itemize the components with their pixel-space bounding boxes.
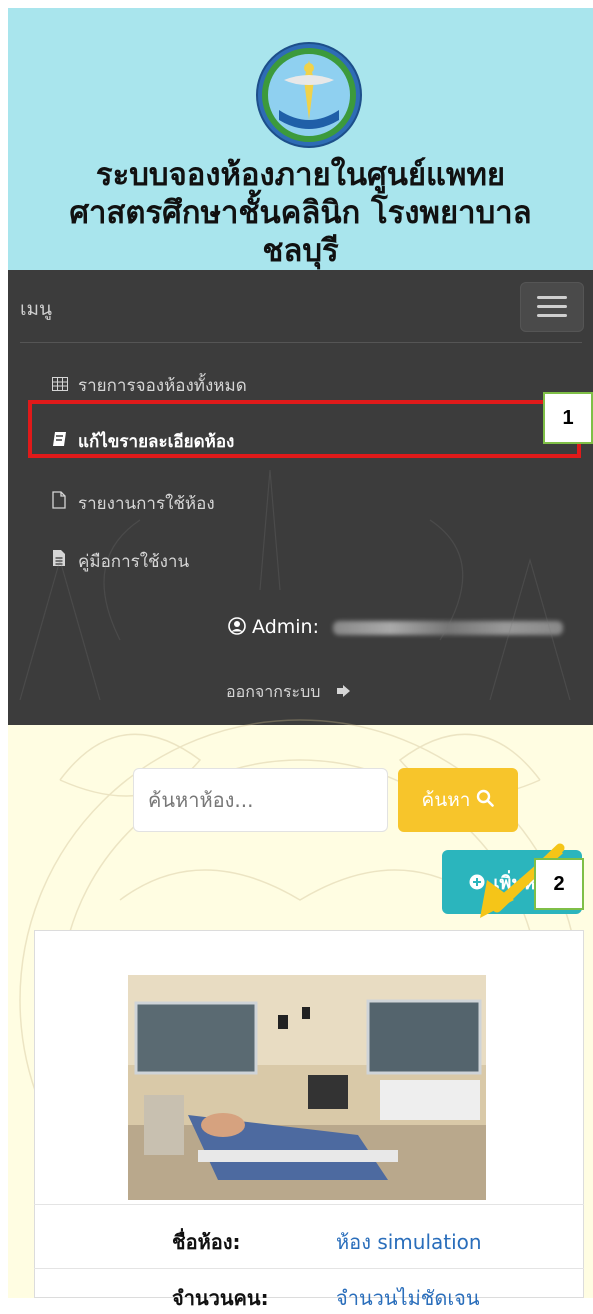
logout-label: ออกจากระบบ [226,682,321,701]
navbar: เมนู รายการจองห้องทั้งหมด แก้ไขรายละเอีย… [8,270,593,725]
table-icon [52,376,72,396]
card-divider [34,1204,584,1205]
nav-item-user-manual[interactable]: คู่มือการใช้งาน [52,548,189,575]
search-input[interactable]: ค้นหาห้อง... [133,768,388,832]
room-capacity-label: จำนวนคน: [172,1286,269,1310]
hospital-logo [256,42,362,148]
admin-label: Admin: [252,616,320,638]
title-line-3: ชลบุรี [262,233,339,269]
plus-circle-icon [469,872,485,893]
hamburger-menu-icon[interactable] [520,282,584,332]
menu-label: เมนู [20,298,53,320]
title-line-1: ระบบจองห้องภายในศูนย์แพทย [95,157,506,193]
search-button-label: ค้นหา [421,789,471,811]
page-title: ระบบจองห้องภายในศูนย์แพทย ศาสตรศึกษาชั้น… [8,156,593,270]
title-line-2: ศาสตรศึกษาชั้นคลินิก โรงพยาบาล [69,195,532,231]
user-circle-icon [228,616,252,638]
room-capacity-value: จำนวนไม่ชัดเจน [336,1286,480,1310]
search-icon [476,789,495,812]
file-icon [52,491,72,514]
room-name-value: ห้อง simulation [336,1230,482,1254]
annotation-badge-1: 1 [543,392,593,444]
admin-user: Admin: [228,616,564,638]
search-button[interactable]: ค้นหา [398,768,518,832]
sign-out-icon [336,682,352,701]
nav-item-label: รายงานการใช้ห้อง [78,494,215,514]
room-photo [128,975,486,1200]
highlight-box-1 [28,400,581,458]
nav-item-all-bookings[interactable]: รายการจองห้องทั้งหมด [52,372,247,399]
file-text-icon [52,549,72,572]
logout-link[interactable]: ออกจากระบบ [226,680,352,705]
nav-item-room-report[interactable]: รายงานการใช้ห้อง [52,490,215,517]
nav-item-label: คู่มือการใช้งาน [78,552,190,572]
redacted-username [333,620,564,635]
annotation-badge-2: 2 [534,858,584,910]
site-header: ระบบจองห้องภายในศูนย์แพทย ศาสตรศึกษาชั้น… [8,8,593,270]
nav-item-label: รายการจองห้องทั้งหมด [78,376,247,396]
nav-divider [20,342,582,343]
room-name-label: ชื่อห้อง: [172,1230,241,1254]
card-divider [34,1268,584,1269]
